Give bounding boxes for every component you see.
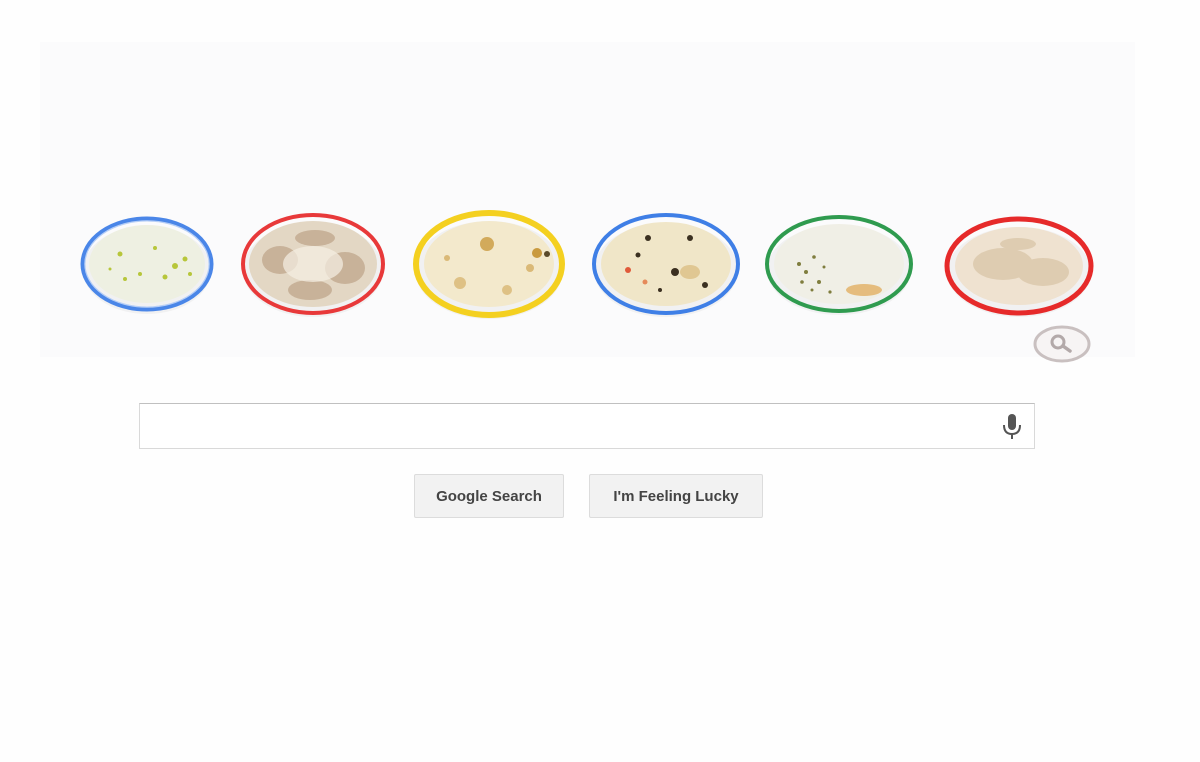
search-input[interactable] xyxy=(148,410,982,444)
petri-dish-red-2[interactable] xyxy=(943,214,1095,322)
feeling-lucky-button[interactable]: I'm Feeling Lucky xyxy=(589,474,763,518)
doodle-search-icon[interactable] xyxy=(1033,324,1091,364)
petri-dish-red-1[interactable] xyxy=(240,210,386,322)
google-search-button[interactable]: Google Search xyxy=(414,474,564,518)
petri-dish-blue-2[interactable] xyxy=(590,210,742,322)
petri-dish-yellow[interactable] xyxy=(412,208,566,324)
petri-dish-green[interactable] xyxy=(764,212,914,320)
petri-dish-blue-1[interactable] xyxy=(80,214,214,318)
microphone-icon[interactable] xyxy=(1000,412,1024,442)
search-box xyxy=(139,403,1035,449)
